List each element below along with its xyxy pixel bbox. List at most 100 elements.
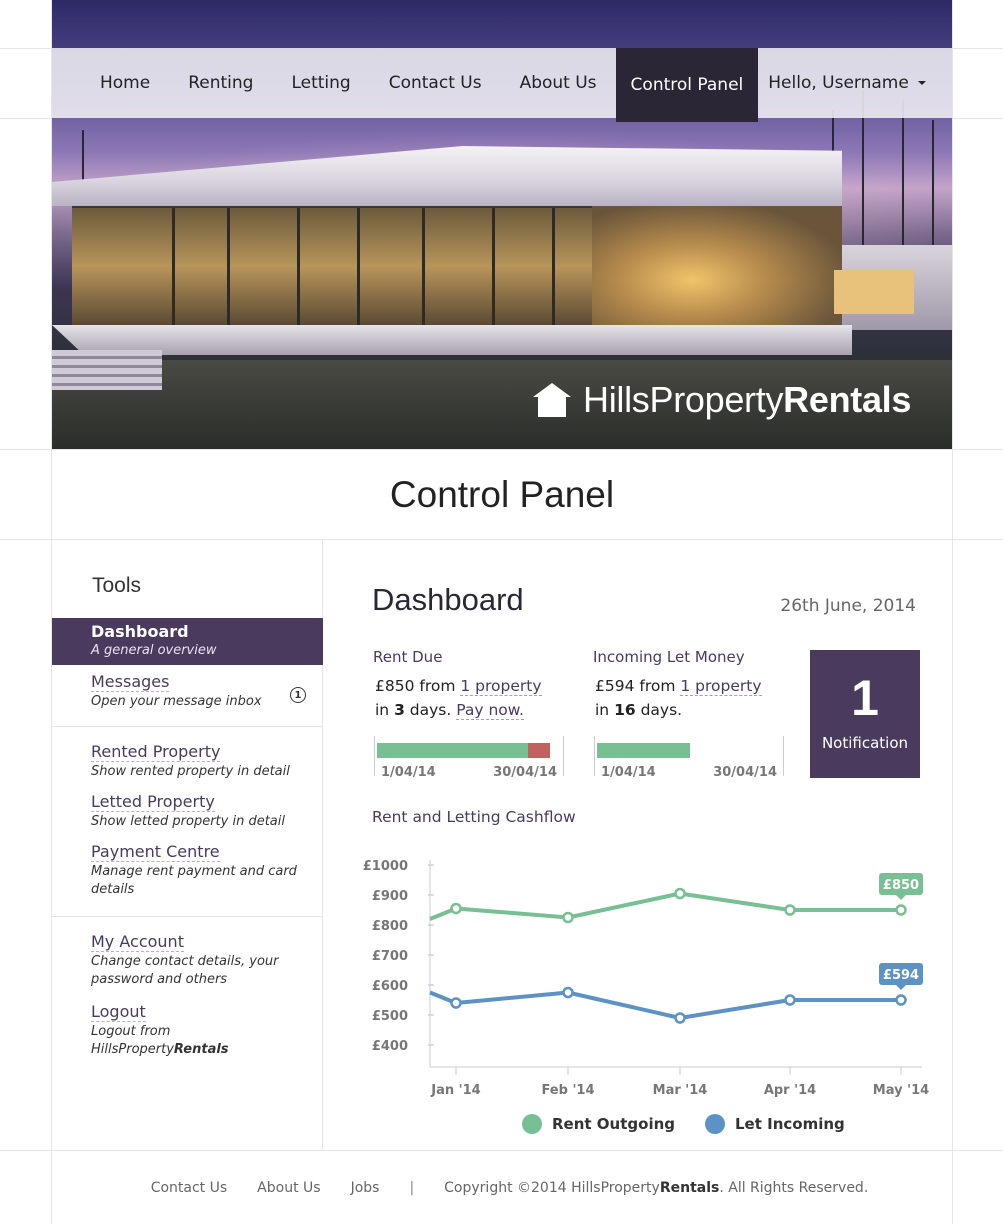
rent-due-title: Rent Due <box>373 648 443 666</box>
nav-contact-us[interactable]: Contact Us <box>370 48 501 118</box>
data-point <box>674 1012 686 1024</box>
cashflow-chart: £1000 £900 £800 £700 £600 £500 £400 Jan '14 Feb … <box>363 859 929 1098</box>
brand-name-light: HillsProperty <box>583 379 784 420</box>
footer-link-jobs[interactable]: Jobs <box>351 1180 380 1196</box>
data-point <box>895 994 907 1006</box>
series-end-label-pointer <box>896 895 906 900</box>
house-steps <box>52 350 162 390</box>
nav-renting[interactable]: Renting <box>169 48 272 118</box>
sidebar-item-desc: Change contact details, your password an… <box>91 954 279 987</box>
data-point <box>895 904 907 916</box>
incoming-days: 16 <box>614 701 636 719</box>
footer: Contact Us About Us Jobs | Copyright ©20… <box>52 1151 952 1224</box>
y-tick-label: £1000 <box>363 859 408 874</box>
footer-link-contact[interactable]: Contact Us <box>151 1180 227 1196</box>
house-icon <box>533 383 571 417</box>
house-glass-front <box>72 205 592 328</box>
rent-due-days-suffix: days. <box>404 701 457 719</box>
copyright-suffix: . All Rights Reserved. <box>719 1179 869 1196</box>
sidebar-item-my-account[interactable]: My Account Change contact details, your … <box>52 932 323 989</box>
x-tick-label: Jan '14 <box>430 1083 480 1098</box>
series-end-label: £850 <box>879 873 923 900</box>
page-title: Control Panel <box>389 473 615 515</box>
series-end-label-pointer <box>896 985 906 990</box>
sidebar-title: Tools <box>92 574 142 597</box>
legend-item-let-incoming[interactable]: Let Incoming <box>705 1114 845 1134</box>
brand-name: HillsPropertyRentals <box>583 379 911 421</box>
sidebar: Tools Dashboard A general overview Messa… <box>52 540 323 1150</box>
y-tick-label: £600 <box>372 979 408 994</box>
series-end-label: £594 <box>879 963 923 990</box>
y-tick-label: £800 <box>372 919 408 934</box>
sidebar-item-label: Messages <box>91 672 170 692</box>
sidebar-item-rented-property[interactable]: Rented Property Show rented property in … <box>52 742 323 781</box>
incoming-in: in <box>595 701 615 719</box>
data-point <box>450 902 462 915</box>
legend-swatch <box>705 1114 725 1134</box>
sidebar-item-label: Logout <box>91 1002 146 1022</box>
data-point <box>784 904 796 916</box>
sidebar-item-messages[interactable]: Messages Open your message inbox 1 <box>52 672 323 711</box>
copyright-prefix: Copyright ©2014 HillsProperty <box>444 1179 660 1196</box>
cashflow-title: Rent and Letting Cashflow <box>372 808 576 826</box>
footer-link-about[interactable]: About Us <box>257 1180 320 1196</box>
rent-due-days: 3 <box>394 701 405 719</box>
sidebar-item-desc: Show rented property in detail <box>91 764 290 779</box>
sidebar-item-label: Dashboard <box>91 622 189 641</box>
wing-window <box>834 270 914 314</box>
sidebar-item-desc: Logout from HillsPropertyRentals <box>91 1023 323 1059</box>
sidebar-divider <box>52 916 323 917</box>
pay-now-link[interactable]: Pay now. <box>456 701 524 720</box>
rent-due-summary: £850 from 1 property in 3 days. Pay now. <box>375 674 572 722</box>
sidebar-item-label: My Account <box>91 932 184 952</box>
incoming-progress-segment <box>597 743 691 758</box>
incoming-days-suffix: days. <box>635 701 683 719</box>
x-tick-label: Feb '14 <box>541 1083 594 1098</box>
caret-down-icon <box>917 81 926 85</box>
notification-tile[interactable]: 1 Notification <box>810 650 920 778</box>
sidebar-item-desc: Show letted property in detail <box>91 814 285 829</box>
rent-due-property-link[interactable]: 1 property <box>460 677 542 696</box>
incoming-end-date: 30/04/14 <box>713 765 777 780</box>
legend-item-rent-outgoing[interactable]: Rent Outgoing <box>522 1114 675 1134</box>
sidebar-item-letted-property[interactable]: Letted Property Show letted property in … <box>52 792 323 831</box>
series-line <box>429 891 901 921</box>
series-end-label-text: £850 <box>883 878 919 893</box>
nav-control-panel[interactable]: Control Panel <box>615 48 759 122</box>
rent-due-in: in <box>375 701 395 719</box>
rent-paid-segment <box>377 743 528 758</box>
x-tick-label: Apr '14 <box>764 1083 816 1098</box>
y-tick-label: £500 <box>372 1009 408 1024</box>
y-tick-label: £700 <box>372 949 408 964</box>
sidebar-item-label: Payment Centre <box>91 842 220 862</box>
nav-home[interactable]: Home <box>52 48 169 118</box>
dashboard-title: Dashboard <box>372 582 524 617</box>
incoming-property-link[interactable]: 1 property <box>680 677 762 696</box>
sidebar-item-label: Rented Property <box>91 742 221 762</box>
incoming-let-panel: Incoming Let Money £594 from 1 property … <box>592 648 792 780</box>
notification-label: Notification <box>821 734 909 752</box>
notification-count: 1 <box>851 670 879 726</box>
dashboard-date: 26th June, 2014 <box>780 596 916 616</box>
data-point <box>674 887 686 900</box>
nav-about-us[interactable]: About Us <box>501 48 616 118</box>
brand-logo[interactable]: HillsPropertyRentals <box>533 378 911 422</box>
user-menu-label: Hello, Username <box>768 73 909 93</box>
sidebar-item-payment-centre[interactable]: Payment Centre Manage rent payment and c… <box>52 842 323 899</box>
sidebar-item-dashboard[interactable]: Dashboard A general overview <box>52 618 323 665</box>
sidebar-item-label: Letted Property <box>91 792 215 812</box>
series-end-label-text: £594 <box>883 968 919 983</box>
incoming-track <box>597 743 787 758</box>
guide-line <box>952 0 953 1224</box>
rent-overdue-segment <box>527 743 550 758</box>
incoming-amount: £594 from <box>595 677 681 695</box>
sidebar-item-desc: A general overview <box>91 643 217 658</box>
nav-letting[interactable]: Letting <box>272 48 369 118</box>
legend-label: Rent Outgoing <box>552 1115 675 1133</box>
rent-due-start-date: 1/04/14 <box>381 765 436 780</box>
message-count-badge: 1 <box>290 687 306 703</box>
user-menu[interactable]: Hello, Username <box>758 48 945 118</box>
dashboard-main: Dashboard 26th June, 2014 Rent Due £850 … <box>324 540 952 1150</box>
sidebar-item-logout[interactable]: Logout Logout from HillsPropertyRentals <box>52 1002 323 1059</box>
sidebar-divider <box>52 726 323 727</box>
